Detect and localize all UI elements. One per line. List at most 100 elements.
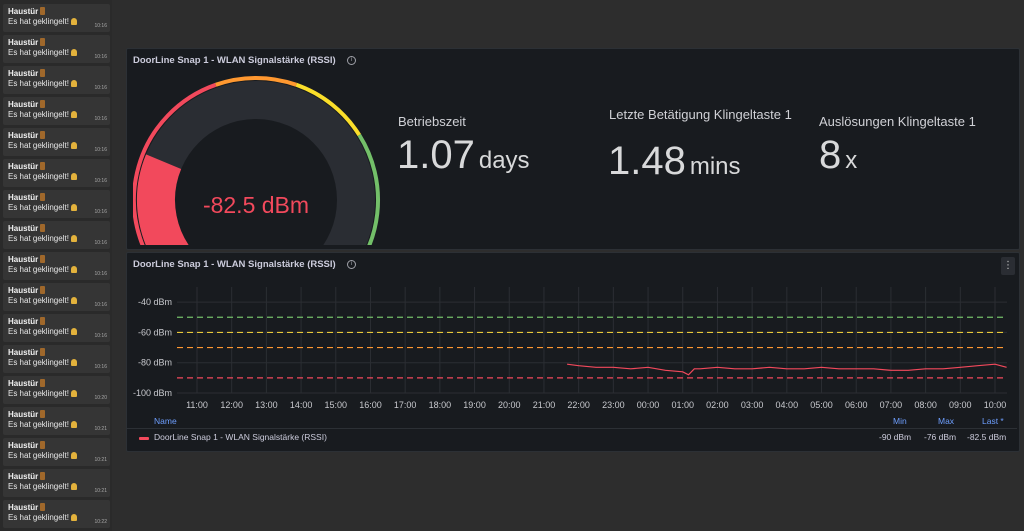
bell-icon: [70, 142, 77, 149]
notification-title-text: Haustür: [8, 410, 39, 419]
info-icon[interactable]: i: [347, 56, 356, 65]
notification-item[interactable]: Haustür Es hat geklingelt! 10:16: [3, 283, 110, 311]
notification-title-text: Haustür: [8, 193, 39, 202]
legend-header-last[interactable]: Last *: [982, 416, 1004, 426]
y-tick-label: -80 dBm: [138, 358, 172, 368]
notification-message-text: Es hat geklingelt!: [8, 172, 69, 181]
x-tick-label: 14:00: [290, 400, 313, 410]
notification-item[interactable]: Haustür Es hat geklingelt! 10:16: [3, 252, 110, 280]
legend-series-max: -76 dBm: [924, 432, 957, 442]
notification-title-text: Haustür: [8, 131, 39, 140]
notification-title: Haustür: [8, 38, 110, 48]
bell-icon: [70, 235, 77, 242]
notification-item[interactable]: Haustür Es hat geklingelt! 10:16: [3, 221, 110, 249]
notification-message-text: Es hat geklingelt!: [8, 482, 69, 491]
door-icon: [40, 38, 46, 46]
notification-title: Haustür: [8, 224, 110, 234]
info-icon[interactable]: i: [347, 260, 356, 269]
notification-item[interactable]: Haustür Es hat geklingelt! 10:16: [3, 97, 110, 125]
notification-message-text: Es hat geklingelt!: [8, 296, 69, 305]
bell-icon: [70, 452, 77, 459]
notification-message-text: Es hat geklingelt!: [8, 513, 69, 522]
door-icon: [40, 162, 46, 170]
notification-item[interactable]: Haustür Es hat geklingelt! 10:16: [3, 66, 110, 94]
notification-title-text: Haustür: [8, 162, 39, 171]
gauge-value: -82.5 dBm: [203, 192, 309, 218]
notification-title-text: Haustür: [8, 7, 39, 16]
stat-value: 1.48 mins: [608, 139, 741, 184]
kebab-menu-icon[interactable]: ⋮: [1001, 257, 1015, 275]
x-tick-label: 05:00: [810, 400, 833, 410]
bell-icon: [70, 297, 77, 304]
y-tick-label: -100 dBm: [133, 388, 172, 398]
notification-item[interactable]: Haustür Es hat geklingelt! 10:16: [3, 159, 110, 187]
x-tick-label: 02:00: [706, 400, 729, 410]
notification-item[interactable]: Haustür Es hat geklingelt! 10:16: [3, 128, 110, 156]
stat-label: Letzte Betätigung Klingeltaste 1: [609, 107, 792, 122]
notification-message-text: Es hat geklingelt!: [8, 265, 69, 274]
legend-series-min: -90 dBm: [879, 432, 912, 442]
notification-item[interactable]: Haustür Es hat geklingelt! 10:22: [3, 500, 110, 528]
notification-title-text: Haustür: [8, 255, 39, 264]
rssi-gauge: -82.5 dBm: [133, 76, 380, 245]
notification-time: 10:16: [94, 209, 107, 215]
x-tick-label: 22:00: [567, 400, 590, 410]
notification-item[interactable]: Haustür Es hat geklingelt! 10:21: [3, 407, 110, 435]
door-icon: [40, 193, 46, 201]
notification-time: 10:16: [94, 364, 107, 370]
x-tick-label: 23:00: [602, 400, 625, 410]
bell-icon: [70, 204, 77, 211]
door-icon: [40, 7, 46, 15]
notification-title-text: Haustür: [8, 224, 39, 233]
notification-item[interactable]: Haustür Es hat geklingelt! 10:16: [3, 190, 110, 218]
stat-label: Auslösungen Klingeltaste 1: [819, 114, 976, 129]
x-tick-label: 15:00: [325, 400, 348, 410]
x-tick-label: 11:00: [186, 400, 208, 410]
notification-title: Haustür: [8, 100, 110, 110]
notification-item[interactable]: Haustür Es hat geklingelt! 10:21: [3, 438, 110, 466]
door-icon: [40, 472, 46, 480]
notification-message-text: Es hat geklingelt!: [8, 203, 69, 212]
x-tick-label: 08:00: [914, 400, 937, 410]
x-tick-label: 21:00: [533, 400, 556, 410]
timeseries-panel-title: DoorLine Snap 1 - WLAN Signalstärke (RSS…: [133, 259, 336, 270]
legend-header-min[interactable]: Min: [893, 416, 907, 426]
notification-item[interactable]: Haustür Es hat geklingelt! 10:21: [3, 469, 110, 497]
legend-row[interactable]: DoorLine Snap 1 - WLAN Signalstärke (RSS…: [127, 428, 1017, 445]
x-tick-label: 06:00: [845, 400, 868, 410]
bell-icon: [70, 111, 77, 118]
bell-icon: [70, 359, 77, 366]
x-tick-label: 07:00: [880, 400, 903, 410]
bell-icon: [70, 173, 77, 180]
notification-title-text: Haustür: [8, 100, 39, 109]
notification-title: Haustür: [8, 441, 110, 451]
notification-title: Haustür: [8, 503, 110, 513]
x-tick-label: 03:00: [741, 400, 764, 410]
notification-title-text: Haustür: [8, 286, 39, 295]
notification-item[interactable]: Haustür Es hat geklingelt! 10:16: [3, 4, 110, 32]
door-icon: [40, 348, 46, 356]
notification-message-text: Es hat geklingelt!: [8, 358, 69, 367]
notification-message-text: Es hat geklingelt!: [8, 389, 69, 398]
notification-item[interactable]: Haustür Es hat geklingelt! 10:16: [3, 345, 110, 373]
x-tick-label: 04:00: [776, 400, 799, 410]
notification-item[interactable]: Haustür Es hat geklingelt! 10:16: [3, 35, 110, 63]
bell-icon: [70, 49, 77, 56]
notification-title-text: Haustür: [8, 348, 39, 357]
y-tick-label: -60 dBm: [138, 327, 172, 337]
notification-message-text: Es hat geklingelt!: [8, 48, 69, 57]
notification-message-text: Es hat geklingelt!: [8, 110, 69, 119]
notification-time: 10:20: [94, 395, 107, 401]
notification-item[interactable]: Haustür Es hat geklingelt! 10:16: [3, 314, 110, 342]
notification-title: Haustür: [8, 472, 110, 482]
door-icon: [40, 379, 46, 387]
bell-icon: [70, 80, 77, 87]
legend-series-name[interactable]: DoorLine Snap 1 - WLAN Signalstärke (RSS…: [154, 432, 327, 442]
notification-title: Haustür: [8, 317, 110, 327]
notification-item[interactable]: Haustür Es hat geklingelt! 10:20: [3, 376, 110, 404]
legend-header-max[interactable]: Max: [938, 416, 954, 426]
notification-title: Haustür: [8, 348, 110, 358]
bell-icon: [70, 421, 77, 428]
stat-unit: days: [478, 147, 530, 174]
notification-title-text: Haustür: [8, 379, 39, 388]
